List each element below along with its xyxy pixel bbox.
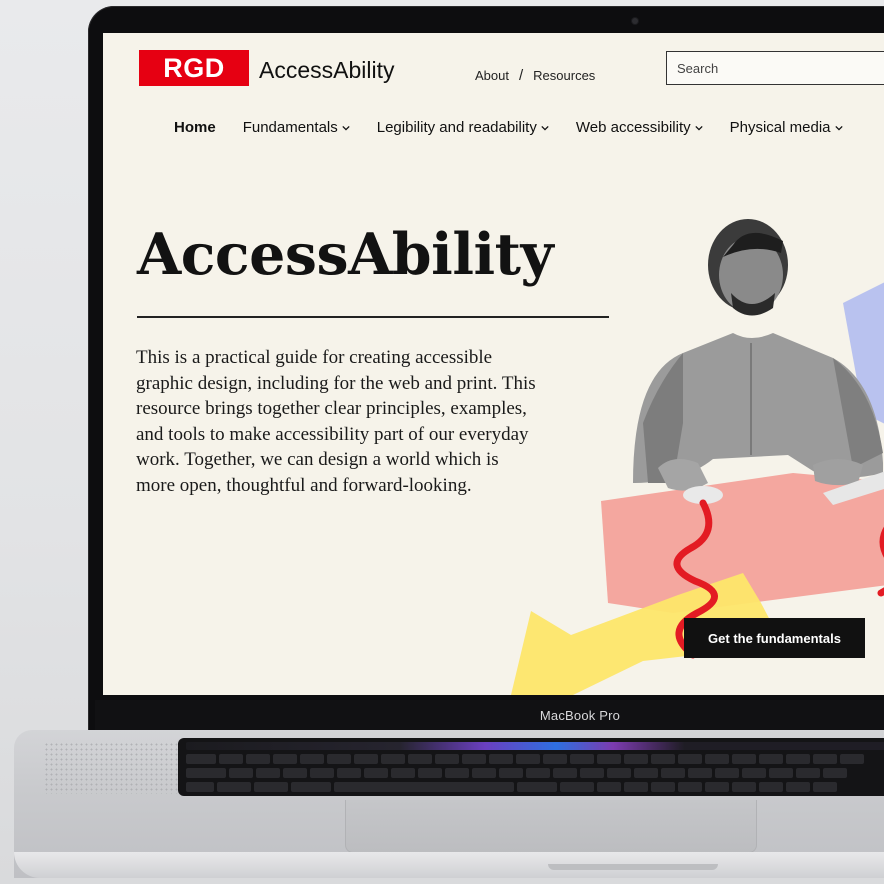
- chevron-down-icon: [694, 125, 703, 131]
- keyboard: [178, 738, 884, 796]
- person-photo: [633, 219, 884, 505]
- nav-item-legibility[interactable]: Legibility and readability: [377, 119, 549, 136]
- nav-item-physical-media[interactable]: Physical media: [730, 119, 843, 136]
- key-row: [186, 754, 864, 764]
- speaker-grille: [44, 742, 194, 794]
- intro-paragraph: This is a practical guide for creating a…: [136, 347, 536, 496]
- logo-mark[interactable]: RGD: [139, 50, 249, 86]
- nav-separator: /: [518, 67, 524, 84]
- search-input[interactable]: [666, 51, 884, 85]
- nav-item-label: Fundamentals: [242, 119, 338, 136]
- trackpad: [345, 800, 757, 853]
- chevron-down-icon: [342, 125, 350, 131]
- laptop-front-edge: [14, 852, 884, 878]
- logo-text[interactable]: AccessAbility: [259, 57, 394, 84]
- chevron-down-icon: [541, 125, 549, 131]
- nav-item-web-accessibility[interactable]: Web accessibility: [576, 119, 703, 136]
- get-fundamentals-button[interactable]: Get the fundamentals: [684, 618, 865, 658]
- nav-item-label: Home: [174, 119, 216, 136]
- key-row: [186, 768, 847, 778]
- touch-bar: [186, 742, 884, 750]
- main-nav: Home Fundamentals Legibility and readabi…: [174, 119, 843, 136]
- nav-item-label: Physical media: [729, 119, 831, 136]
- laptop-chin: MacBook Pro: [95, 700, 884, 732]
- camera-icon: [632, 18, 638, 24]
- nav-item-label: Legibility and readability: [376, 119, 537, 136]
- nav-item-home[interactable]: Home: [174, 119, 216, 136]
- nav-item-label: Web accessibility: [575, 119, 691, 136]
- nav-item-fundamentals[interactable]: Fundamentals: [243, 119, 350, 136]
- about-link[interactable]: About: [475, 68, 509, 83]
- browser-viewport: RGD AccessAbility About / Resources Home…: [103, 33, 884, 695]
- chevron-down-icon: [834, 125, 843, 131]
- resources-link[interactable]: Resources: [533, 68, 595, 83]
- opening-notch: [548, 864, 718, 870]
- key-row: [186, 782, 837, 792]
- model-label: MacBook Pro: [539, 708, 621, 723]
- utility-nav: About / Resources: [475, 67, 595, 84]
